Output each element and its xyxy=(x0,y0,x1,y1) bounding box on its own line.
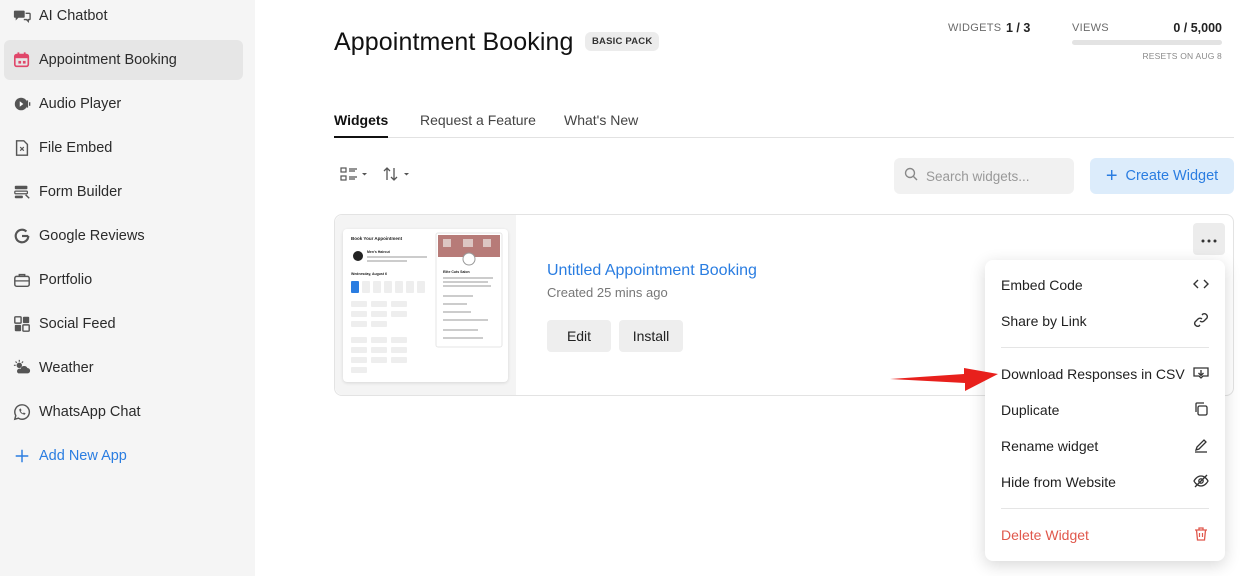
download-csv-icon xyxy=(1193,365,1209,384)
plus-icon: + xyxy=(1105,165,1118,187)
search-icon xyxy=(904,167,918,186)
more-options-button[interactable] xyxy=(1193,223,1225,255)
widget-preview-thumbnail: Book Your Appointment Men's Haircut Wedn… xyxy=(343,229,508,382)
preview-illustration: Book Your Appointment Men's Haircut Wedn… xyxy=(351,232,503,373)
form-icon xyxy=(12,182,32,202)
briefcase-icon xyxy=(12,270,32,290)
views-stat-label: VIEWS xyxy=(1072,22,1109,34)
create-widget-label: Create Widget xyxy=(1125,168,1219,184)
grid-icon xyxy=(12,314,32,334)
sidebar-item-form-builder[interactable]: Form Builder xyxy=(4,172,243,212)
preview-heading: Book Your Appointment xyxy=(351,236,403,241)
install-button[interactable]: Install xyxy=(619,320,683,352)
menu-item-share-by-link[interactable]: Share by Link xyxy=(985,305,1225,337)
more-horizontal-icon xyxy=(1201,230,1217,248)
tab-widgets[interactable]: Widgets xyxy=(334,112,388,128)
add-new-app-button[interactable]: Add New App xyxy=(4,436,243,476)
sidebar-item-label: Portfolio xyxy=(39,272,93,288)
sidebar-item-label: Form Builder xyxy=(39,184,122,200)
menu-item-download-csv[interactable]: Download Responses in CSV xyxy=(985,358,1225,390)
view-mode-button[interactable] xyxy=(340,165,368,187)
sidebar-item-label: Google Reviews xyxy=(39,228,145,244)
sidebar-item-label: File Embed xyxy=(39,140,113,156)
views-progress-bar xyxy=(1072,40,1222,45)
sidebar-item-label: Appointment Booking xyxy=(39,52,177,68)
annotation-arrow-icon xyxy=(890,368,998,391)
duplicate-icon xyxy=(1193,401,1209,420)
menu-item-embed-code[interactable]: Embed Code xyxy=(985,269,1225,301)
widgets-stat-label: WIDGETS xyxy=(948,22,1002,34)
link-icon xyxy=(1193,312,1209,331)
menu-item-label: Download Responses in CSV xyxy=(1001,366,1185,382)
widget-created-time: Created 25 mins ago xyxy=(547,285,668,300)
whatsapp-icon xyxy=(12,402,32,422)
sidebar-item-label: AI Chatbot xyxy=(39,8,108,24)
menu-item-label: Share by Link xyxy=(1001,313,1087,329)
menu-item-hide-from-website[interactable]: Hide from Website xyxy=(985,466,1225,498)
create-widget-button[interactable]: + Create Widget xyxy=(1090,158,1234,194)
sidebar-item-ai-chatbot[interactable]: AI Chatbot xyxy=(4,0,243,36)
menu-item-label: Embed Code xyxy=(1001,277,1083,293)
preview-date-label: Wednesday, August 6 xyxy=(351,272,387,276)
pencil-icon xyxy=(1193,437,1209,456)
search-box xyxy=(894,158,1074,194)
resets-note: RESETS ON AUG 8 xyxy=(1142,51,1222,61)
tab-whats-new[interactable]: What's New xyxy=(564,112,638,128)
calendar-icon xyxy=(12,50,32,70)
menu-item-label: Rename widget xyxy=(1001,438,1099,454)
menu-item-duplicate[interactable]: Duplicate xyxy=(985,394,1225,426)
sidebar-item-file-embed[interactable]: File Embed xyxy=(4,128,243,168)
preview-service-name: Men's Haircut xyxy=(367,250,391,254)
page-title: Appointment Booking xyxy=(334,28,574,56)
plan-badge: BASIC PACK xyxy=(585,32,660,51)
plus-icon xyxy=(12,446,32,466)
sort-icon xyxy=(383,166,411,187)
google-icon xyxy=(12,226,32,246)
sidebar-item-audio-player[interactable]: Audio Player xyxy=(4,84,243,124)
sidebar-item-label: Social Feed xyxy=(39,316,116,332)
tab-request-feature[interactable]: Request a Feature xyxy=(420,112,536,128)
menu-item-rename-widget[interactable]: Rename widget xyxy=(985,430,1225,462)
active-tab-indicator xyxy=(334,136,388,138)
audio-player-icon xyxy=(12,94,32,114)
sidebar: AI Chatbot Appointment Booking Audio Pla… xyxy=(0,0,255,576)
list-view-icon xyxy=(340,166,368,187)
widget-preview-area[interactable]: Book Your Appointment Men's Haircut Wedn… xyxy=(335,215,516,395)
file-icon xyxy=(12,138,32,158)
sidebar-item-appointment-booking[interactable]: Appointment Booking xyxy=(4,40,243,80)
menu-item-label: Duplicate xyxy=(1001,402,1060,418)
tab-bar: Widgets Request a Feature What's New xyxy=(334,106,1234,138)
sort-button[interactable] xyxy=(383,165,411,187)
sidebar-item-weather[interactable]: Weather xyxy=(4,348,243,388)
preview-business-name: Elite Cuts Salon xyxy=(443,270,470,274)
add-new-app-label: Add New App xyxy=(39,448,127,464)
menu-divider xyxy=(1001,508,1209,509)
search-input[interactable] xyxy=(926,168,1066,184)
code-icon xyxy=(1193,276,1209,295)
views-stat-value: 0 / 5,000 xyxy=(1173,21,1222,35)
widgets-stat-value: 1 / 3 xyxy=(1006,21,1031,35)
sidebar-item-whatsapp-chat[interactable]: WhatsApp Chat xyxy=(4,392,243,432)
menu-divider xyxy=(1001,347,1209,348)
edit-button[interactable]: Edit xyxy=(547,320,611,352)
menu-item-delete-widget[interactable]: Delete Widget xyxy=(985,519,1225,551)
chat-bubbles-icon xyxy=(12,6,32,26)
sidebar-item-label: Audio Player xyxy=(39,96,122,112)
sidebar-item-label: Weather xyxy=(39,360,94,376)
menu-item-label: Hide from Website xyxy=(1001,474,1116,490)
menu-item-label: Delete Widget xyxy=(1001,527,1089,543)
sidebar-item-portfolio[interactable]: Portfolio xyxy=(4,260,243,300)
sidebar-item-label: WhatsApp Chat xyxy=(39,404,141,420)
weather-icon xyxy=(12,358,32,378)
sidebar-item-social-feed[interactable]: Social Feed xyxy=(4,304,243,344)
widget-title[interactable]: Untitled Appointment Booking xyxy=(547,262,757,280)
eye-off-icon xyxy=(1193,473,1209,492)
trash-icon xyxy=(1193,526,1209,545)
widget-options-menu: Embed Code Share by Link Download Respon… xyxy=(985,260,1225,561)
sidebar-item-google-reviews[interactable]: Google Reviews xyxy=(4,216,243,256)
